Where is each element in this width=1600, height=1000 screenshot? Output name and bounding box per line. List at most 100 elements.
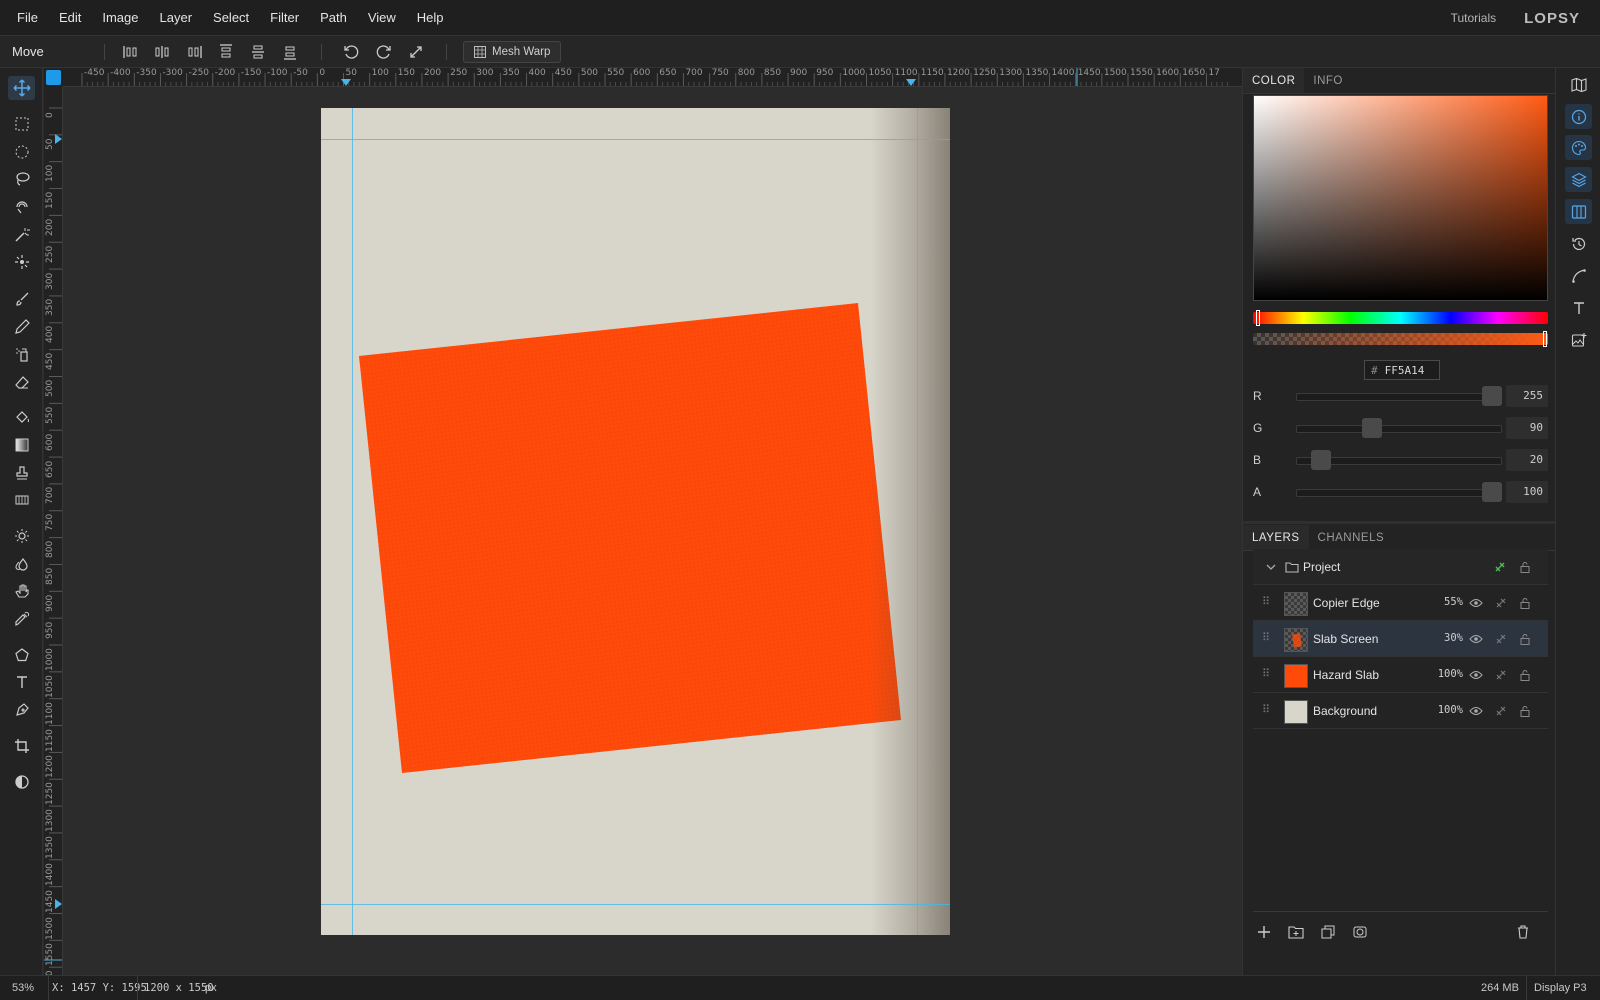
channel-slider[interactable]: [1296, 489, 1502, 497]
hex-color-input[interactable]: # FF5A14: [1364, 360, 1440, 380]
tab-channels[interactable]: CHANNELS: [1309, 525, 1394, 550]
lock-icon[interactable]: [1517, 595, 1533, 611]
eye-icon[interactable]: [1468, 631, 1484, 647]
tab-info[interactable]: INFO: [1304, 68, 1351, 93]
channel-value-input[interactable]: 20: [1506, 449, 1548, 471]
canvas-workspace[interactable]: [63, 87, 1242, 975]
stamp-icon[interactable]: [8, 461, 35, 485]
add-layer-icon[interactable]: [1253, 921, 1275, 943]
guide-horizontal[interactable]: [321, 139, 950, 140]
contrast-icon[interactable]: [8, 770, 35, 794]
hue-slider[interactable]: [1253, 312, 1548, 324]
align-center-h-icon[interactable]: [151, 42, 173, 62]
drag-handle-icon[interactable]: ⠿: [1262, 595, 1270, 608]
layer-opacity[interactable]: 30%: [1444, 632, 1463, 644]
info-icon[interactable]: [1565, 104, 1592, 129]
drag-handle-icon[interactable]: ⠿: [1262, 667, 1270, 680]
pen-icon[interactable]: [8, 698, 35, 722]
align-top-icon[interactable]: [215, 42, 237, 62]
polygon-icon[interactable]: [8, 643, 35, 667]
menu-edit[interactable]: Edit: [59, 10, 81, 25]
channel-value-input[interactable]: 255: [1506, 385, 1548, 407]
history-icon[interactable]: [1565, 231, 1592, 256]
tutorials-link[interactable]: Tutorials: [1451, 11, 1497, 25]
rect-marquee-icon[interactable]: [8, 112, 35, 136]
ruler-origin-marker[interactable]: [46, 70, 61, 85]
color-profile[interactable]: Display P3: [1534, 982, 1587, 994]
move-tool-icon[interactable]: [8, 76, 35, 100]
dodge-icon[interactable]: [8, 524, 35, 548]
channel-slider-thumb[interactable]: [1482, 482, 1502, 502]
alpha-slider[interactable]: [1253, 333, 1548, 345]
palette-icon[interactable]: [1565, 135, 1592, 160]
layer-mask-icon[interactable]: [1349, 921, 1371, 943]
guide-marker[interactable]: [906, 79, 916, 86]
channel-slider-thumb[interactable]: [1310, 450, 1331, 470]
align-middle-v-icon[interactable]: [247, 42, 269, 62]
lock-icon[interactable]: [1517, 703, 1533, 719]
channel-value-input[interactable]: 90: [1506, 417, 1548, 439]
channels-icon[interactable]: [1565, 199, 1592, 224]
quick-select-icon[interactable]: [8, 250, 35, 274]
new-group-icon[interactable]: [1285, 921, 1307, 943]
type-icon[interactable]: [1565, 295, 1592, 320]
menu-path[interactable]: Path: [320, 10, 347, 25]
horizontal-ruler[interactable]: -450 -400 -350 -300 -250 -200 -150 -100 -50 0 50 10…: [63, 68, 1242, 87]
crop-icon[interactable]: [8, 734, 35, 758]
channel-slider[interactable]: [1296, 425, 1502, 433]
brush-icon[interactable]: [8, 287, 35, 311]
drag-handle-icon[interactable]: ⠿: [1262, 631, 1270, 644]
menu-view[interactable]: View: [368, 10, 396, 25]
lock-icon[interactable]: [1517, 667, 1533, 683]
magic-wand-icon[interactable]: [8, 223, 35, 247]
mesh-warp-button[interactable]: Mesh Warp: [463, 41, 562, 63]
menu-filter[interactable]: Filter: [270, 10, 299, 25]
link-icon[interactable]: [1493, 631, 1509, 647]
link-icon[interactable]: [1493, 703, 1509, 719]
eraser-icon[interactable]: [8, 370, 35, 394]
layer-opacity[interactable]: 100%: [1438, 704, 1463, 716]
alpha-slider-handle[interactable]: [1543, 331, 1547, 347]
rotate-cw-icon[interactable]: [373, 42, 395, 62]
trash-icon[interactable]: [1512, 921, 1534, 943]
guide-horizontal[interactable]: [321, 904, 950, 905]
saturation-value-picker[interactable]: [1253, 95, 1548, 301]
guide-vertical[interactable]: [352, 108, 353, 935]
zoom-level[interactable]: 53%: [12, 982, 34, 994]
eye-icon[interactable]: [1468, 595, 1484, 611]
path-curve-icon[interactable]: [1565, 263, 1592, 288]
link-icon[interactable]: [1492, 559, 1508, 575]
link-icon[interactable]: [1493, 667, 1509, 683]
duplicate-layer-icon[interactable]: [1317, 921, 1339, 943]
tab-color[interactable]: COLOR: [1243, 68, 1305, 93]
pencil-icon[interactable]: [8, 315, 35, 339]
guide-vertical[interactable]: [917, 108, 918, 935]
channel-slider-thumb[interactable]: [1482, 386, 1502, 406]
document-canvas[interactable]: [321, 108, 950, 935]
chevron-down-icon[interactable]: [1263, 559, 1279, 575]
align-right-icon[interactable]: [183, 42, 205, 62]
magnetic-lasso-icon[interactable]: [8, 195, 35, 219]
align-left-icon[interactable]: [120, 42, 142, 62]
eye-icon[interactable]: [1468, 703, 1484, 719]
layer-row[interactable]: ⠿ Background 100%: [1253, 693, 1548, 729]
rotate-ccw-icon[interactable]: [340, 42, 362, 62]
menu-file[interactable]: File: [17, 10, 38, 25]
gradient-icon[interactable]: [8, 433, 35, 457]
lock-icon[interactable]: [1517, 559, 1533, 575]
channel-value-input[interactable]: 100: [1506, 481, 1548, 503]
hazard-slab-layer[interactable]: [321, 108, 950, 935]
text-tool-icon[interactable]: [8, 670, 35, 694]
menu-layer[interactable]: Layer: [160, 10, 193, 25]
pattern-stamp-icon[interactable]: [8, 488, 35, 512]
hue-slider-handle[interactable]: [1256, 310, 1260, 326]
tab-layers[interactable]: LAYERS: [1243, 525, 1309, 550]
guide-marker[interactable]: [341, 79, 351, 86]
layer-opacity[interactable]: 100%: [1438, 668, 1463, 680]
drag-handle-icon[interactable]: ⠿: [1262, 703, 1270, 716]
vertical-ruler[interactable]: 0 50 100 150 200 250 300 350 400 450 500 550 600 650 7…: [44, 87, 63, 975]
lasso-icon[interactable]: [8, 167, 35, 191]
guide-marker[interactable]: [55, 899, 62, 909]
align-bottom-icon[interactable]: [279, 42, 301, 62]
spray-icon[interactable]: [8, 342, 35, 366]
